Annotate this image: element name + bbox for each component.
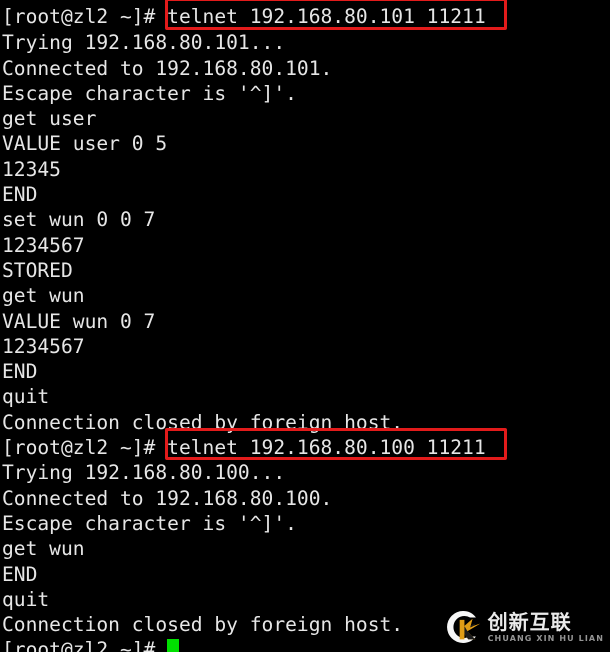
terminal-output[interactable]: [root@zl2 ~]# telnet 192.168.80.101 1121… [0, 0, 610, 652]
terminal-line: quit [2, 385, 50, 409]
terminal-window[interactable]: [root@zl2 ~]# telnet 192.168.80.101 1121… [0, 0, 610, 652]
prompt-text: [root@zl2 ~]# [2, 638, 168, 652]
terminal-line: get wun [2, 537, 85, 561]
terminal-line: [root@zl2 ~]# telnet 192.168.80.101 1121… [2, 5, 486, 28]
watermark-pinyin: CHUANG XIN HU LIAN [487, 633, 604, 643]
terminal-line: set wun 0 0 7 [2, 208, 156, 232]
terminal-line: get user [2, 107, 97, 131]
terminal-line: END [2, 562, 38, 586]
watermark: 创新互联 CHUANG XIN HU LIAN [444, 608, 604, 646]
watermark-cn: 创新互联 [487, 609, 572, 634]
terminal-line: STORED [2, 258, 73, 282]
text-cursor [167, 639, 180, 652]
terminal-line: VALUE wun 0 7 [2, 309, 156, 333]
terminal-line: VALUE user 0 5 [2, 132, 168, 156]
terminal-line: END [2, 183, 38, 207]
terminal-line: Escape character is '^]'. [2, 511, 297, 535]
terminal-line: Trying 192.168.80.100... [2, 461, 286, 485]
terminal-line: 1234567 [2, 233, 85, 257]
terminal-line: [root@zl2 ~]# telnet 192.168.80.100 1121… [2, 436, 486, 460]
c-k-circle-logo-icon [446, 611, 480, 643]
terminal-line: 12345 [2, 157, 61, 181]
terminal-line: get wun [2, 284, 85, 308]
terminal-line: Connected to 192.168.80.100. [2, 486, 333, 510]
watermark-text: 创新互联 CHUANG XIN HU LIAN [488, 612, 604, 643]
terminal-line: 1234567 [2, 334, 85, 358]
terminal-line: Connection closed by foreign host. [2, 410, 404, 434]
terminal-line: Connected to 192.168.80.101. [2, 56, 333, 80]
terminal-line: Escape character is '^]'. [2, 81, 297, 105]
terminal-line: END [2, 360, 38, 384]
terminal-line: Trying 192.168.80.101... [2, 31, 286, 55]
